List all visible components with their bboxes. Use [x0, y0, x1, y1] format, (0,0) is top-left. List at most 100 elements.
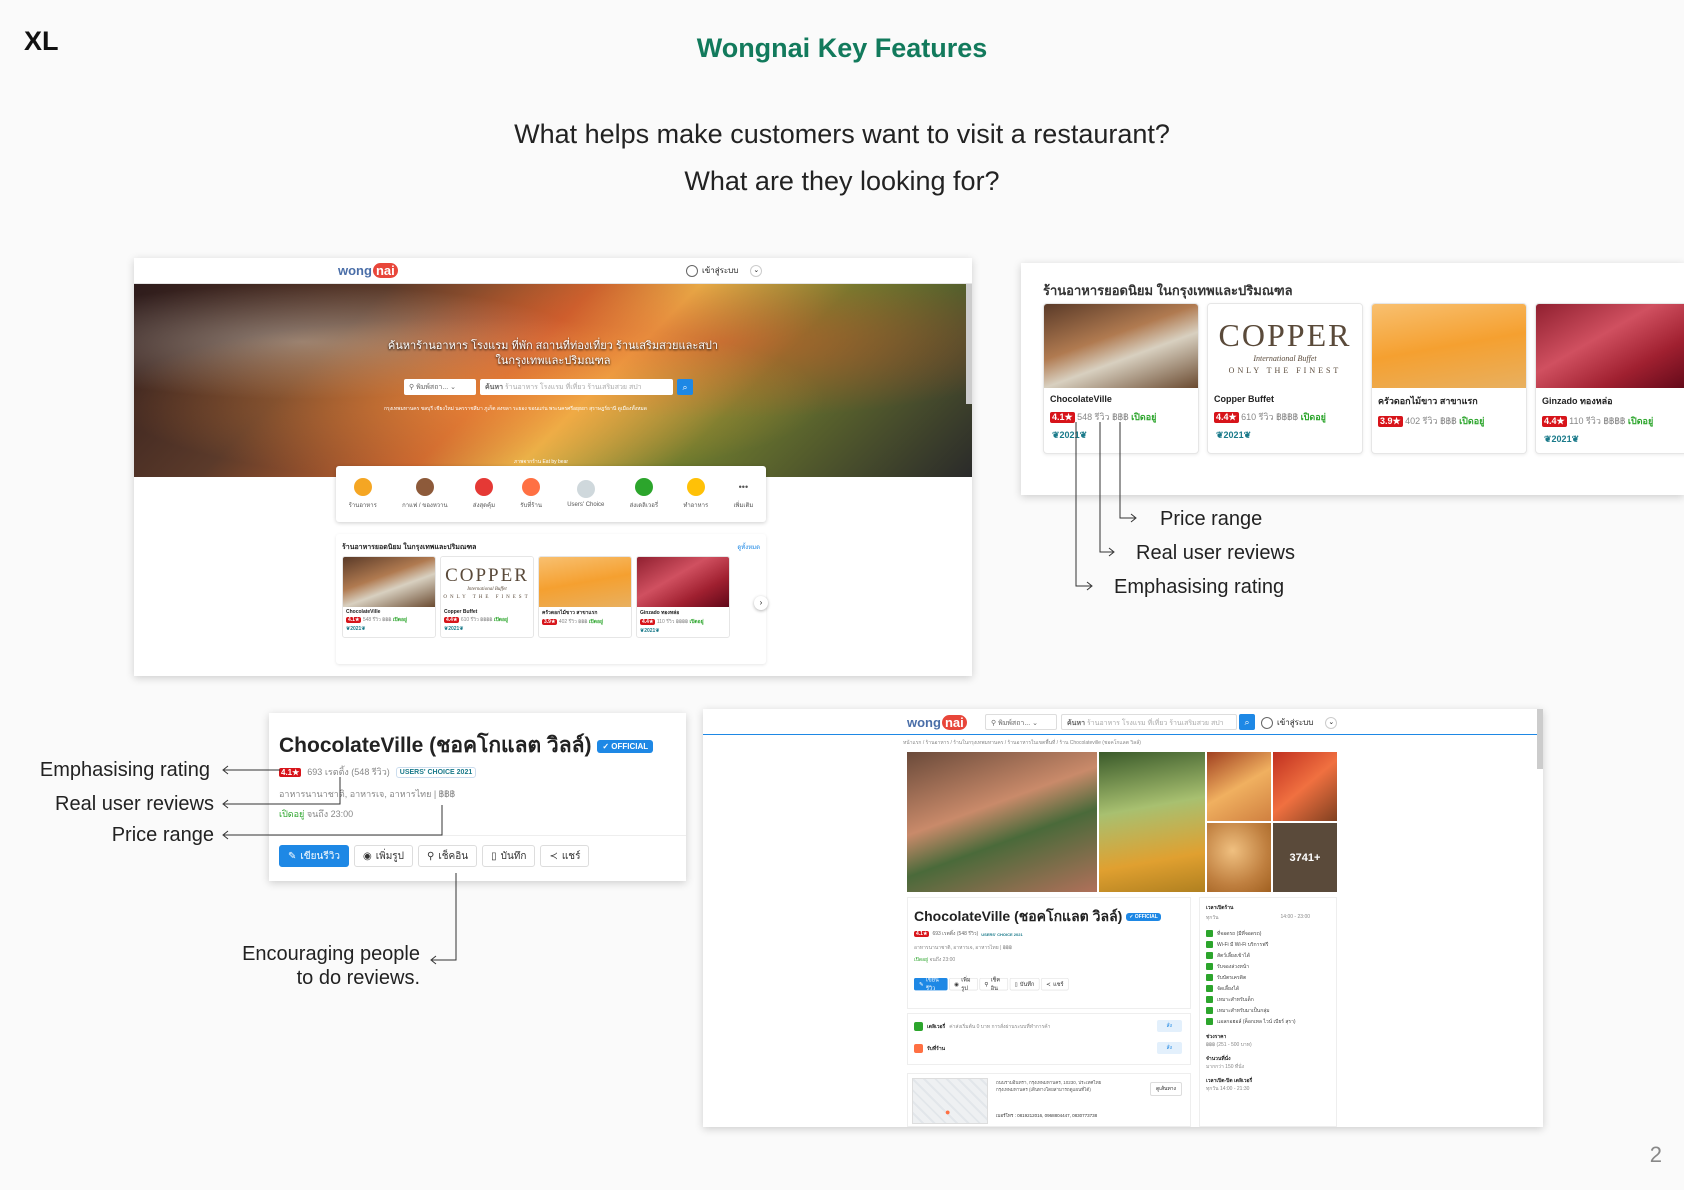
scrollbar-2[interactable] [1537, 709, 1543, 769]
rating-badge: 3.9★ [542, 619, 558, 625]
rating-badge: 4.4★ [640, 619, 656, 625]
more-photos-button[interactable]: 3741+ [1273, 823, 1337, 892]
user-icon [1261, 716, 1273, 729]
question-1: What helps make customers want to visit … [514, 119, 1170, 149]
category-item[interactable]: กาแฟ / ของหวาน [402, 478, 448, 510]
detail-page-screenshot: wong nai ⚲ พิมพ์สถา... ⌄ ค้นหา ร้านอาหาร … [703, 709, 1543, 1127]
photo-4[interactable] [1273, 752, 1337, 821]
rating-badge: 4.4★ [444, 617, 460, 623]
open-status: เปิดอยู่ [1459, 416, 1485, 426]
map-thumbnail[interactable]: ● [912, 1078, 988, 1124]
wongnai-logo[interactable]: wong nai [338, 263, 398, 278]
main-photo[interactable] [907, 752, 1097, 892]
popular-areas[interactable]: กรุงเทพมหานคร ชลบุรี เชียงใหม่ นครราชสีม… [384, 405, 724, 413]
feature-item: Wi-Fi มี Wi-Fi บริการฟรี [1206, 939, 1330, 950]
restaurant-meta: 4.1★ 548 รีวิว ฿฿฿ เปิดอยู่ [343, 616, 435, 624]
wongnai-logo-2[interactable]: wong nai [907, 715, 967, 730]
chevron-down-icon: ⌄ [750, 264, 763, 277]
feature-list: ที่จอดรถ (มีที่จอดรถ) Wi-Fi มี Wi-Fi บริก… [1206, 928, 1330, 1027]
carousel-next-button[interactable]: › [754, 596, 768, 610]
restaurant-card[interactable]: COPPER International Buffet ONLY THE FINES… [1207, 303, 1363, 454]
phone-number[interactable]: เบอร์โทร : 0819212016, 0968804447, 08307… [996, 1112, 1097, 1119]
category-item[interactable]: ส่งสุดคุ้ม [473, 478, 495, 510]
restaurant-name: Copper Buffet [1214, 394, 1274, 404]
photo-5[interactable] [1207, 823, 1271, 892]
restaurant-card[interactable]: ครัวดอกไม้ขาว สาขาแรก 3.9★ 402 รีวิว ฿฿฿ … [1371, 303, 1527, 454]
photo-2[interactable] [1099, 752, 1205, 892]
checkin-button-2[interactable]: ⚲ เช็คอิน [979, 977, 1008, 991]
category-item[interactable]: ••• เพิ่มเติม [733, 478, 753, 510]
checkbox-icon [1206, 941, 1213, 948]
chevron-right-icon: › [759, 598, 763, 607]
category-item[interactable]: ส่งเดลิเวอรี่ [630, 478, 658, 510]
map-pin-icon: ● [945, 1107, 951, 1117]
price-value: ฿฿฿ (251 - 500 บาท) [1206, 1042, 1252, 1048]
restaurant-card[interactable]: Ginzado ทองหล่อ 4.4★ 110 รีวิว ฿฿฿฿ เปิดอ… [1535, 303, 1684, 454]
laurel-icon: ❦ [1544, 434, 1552, 444]
price-range: ฿฿฿฿ [675, 619, 689, 625]
price-range: ฿฿฿ [382, 617, 392, 623]
login-button[interactable]: เข้าสู่ระบบ ⌄ [686, 264, 763, 277]
scrollbar[interactable] [966, 284, 972, 404]
rating-badge: 4.4★ [1214, 412, 1239, 423]
restaurant-photo: COPPER International Buffet ONLY THE FINES… [441, 557, 533, 607]
review-count: 548 รีวิว [362, 617, 381, 623]
login-button-2[interactable]: เข้าสู่ระบบ ⌄ [1261, 716, 1338, 729]
restaurant-card[interactable]: ครัวดอกไม้ขาว สาขาแรก 3.9★ 402 รีวิว ฿฿฿ … [538, 556, 632, 638]
homepage-screenshot: wong nai เข้าสู่ระบบ ⌄ ค้นหาร้านอาหาร โรง… [134, 258, 972, 676]
label-real-user-reviews-2: Real user reviews [55, 793, 214, 815]
restaurant-card[interactable]: Ginzado ทองหล่อ 4.4★ 110 รีวิว ฿฿฿฿ เปิดอ… [636, 556, 730, 638]
price-range: ฿฿฿฿ [480, 617, 493, 623]
search-button[interactable]: ⌕ [677, 379, 693, 395]
hours-title: เวลาเปิดร้าน [1206, 905, 1234, 911]
restaurant-photo [1372, 304, 1526, 388]
restaurant-carousel: ChocolateVille 4.1★ 548 รีวิว ฿฿฿ เปิดอยู… [342, 556, 760, 638]
add-photo-button-2[interactable]: ◉ เพิ่มรูป [949, 977, 978, 991]
restaurant-name: Ginzado ทองหล่อ [640, 610, 680, 616]
bookmark-icon: ▯ [491, 850, 497, 862]
share-button[interactable]: ≺ แชร์ [540, 845, 590, 867]
feature-item: แอลกอฮอล์ (ค็อกเทล ไวน์ เบียร์ สุรา) [1206, 1016, 1330, 1027]
laurel-icon: ❦ [1216, 430, 1224, 440]
restaurant-photo [539, 557, 631, 607]
save-button-2[interactable]: ▯ บันทึก [1009, 978, 1040, 991]
category-item[interactable]: ร้านอาหาร [349, 478, 377, 510]
location-select-2[interactable]: ⚲ พิมพ์สถา... ⌄ [985, 714, 1057, 730]
location-select[interactable]: ⚲ พิมพ์สถา... ⌄ [404, 379, 476, 395]
open-status: เปิดอยู่ [1627, 416, 1654, 426]
restaurant-photo [343, 557, 435, 607]
restaurant-name: ChocolateVille [1050, 394, 1112, 404]
open-hours-2: เปิดอยู่ จนถึง 23:00 [914, 957, 956, 963]
restaurant-card[interactable]: COPPER International Buffet ONLY THE FINES… [440, 556, 534, 638]
pickup-order-button[interactable]: สั่ง [1156, 1042, 1182, 1054]
category-icon: ••• [734, 478, 753, 496]
user-icon [686, 264, 698, 277]
delivery-hours-title: เวลาเปิด-ปิด เดลิเวอรี่ [1206, 1078, 1253, 1084]
restaurant-name: Copper Buffet [444, 609, 478, 615]
question-2: What are they looking for? [684, 166, 1000, 196]
restaurant-meta: 4.4★ 610 รีวิว ฿฿฿฿ เปิดอยู่ [1208, 408, 1362, 426]
search-button-2[interactable]: ⌕ [1239, 714, 1255, 730]
category-item[interactable]: Users' Choice [567, 480, 604, 508]
restaurant-card[interactable]: ChocolateVille 4.1★ 548 รีวิว ฿฿฿ เปิดอยู… [342, 556, 436, 638]
delivery-order-button[interactable]: สั่ง [1156, 1020, 1182, 1032]
category-item[interactable]: รับที่ร้าน [520, 478, 542, 510]
write-review-button-2[interactable]: ✎ เขียนรีวิว [914, 977, 948, 991]
restaurant-meta: 3.9★ 402 รีวิว ฿฿฿ เปิดอยู่ [539, 618, 631, 626]
share-button-2[interactable]: ≺ แชร์ [1041, 978, 1069, 991]
directions-button[interactable]: ดูเส้นทาง [1150, 1082, 1182, 1096]
pickup-row: รับที่ร้าน [914, 1044, 945, 1053]
breadcrumb[interactable]: หน้าแรก / ร้านอาหาร / ร้านในกรุงเทพมหานค… [903, 739, 1141, 747]
review-count: 402 รีวิว [558, 619, 577, 625]
restaurant-meta: 4.4★ 110 รีวิว ฿฿฿฿ เปิดอยู่ [637, 618, 729, 626]
price-range: ฿฿฿฿ [1276, 412, 1299, 422]
search-input[interactable]: ค้นหา ร้านอาหาร โรงแรม ที่เที่ยว ร้านเสร… [480, 379, 673, 395]
category-item[interactable]: ทำอาหาร [683, 478, 708, 510]
checkbox-icon [1206, 985, 1213, 992]
category-icon [634, 478, 653, 496]
users-choice-badge: ❦2021❦ [1544, 434, 1580, 444]
search-input-2[interactable]: ค้นหา ร้านอาหาร โรงแรม ที่เที่ยว ร้านเสร… [1061, 714, 1237, 730]
photo-3[interactable] [1207, 752, 1271, 821]
save-button[interactable]: ▯ บันทึก [482, 845, 536, 867]
see-all-link[interactable]: ดูทั้งหมด [737, 542, 760, 552]
